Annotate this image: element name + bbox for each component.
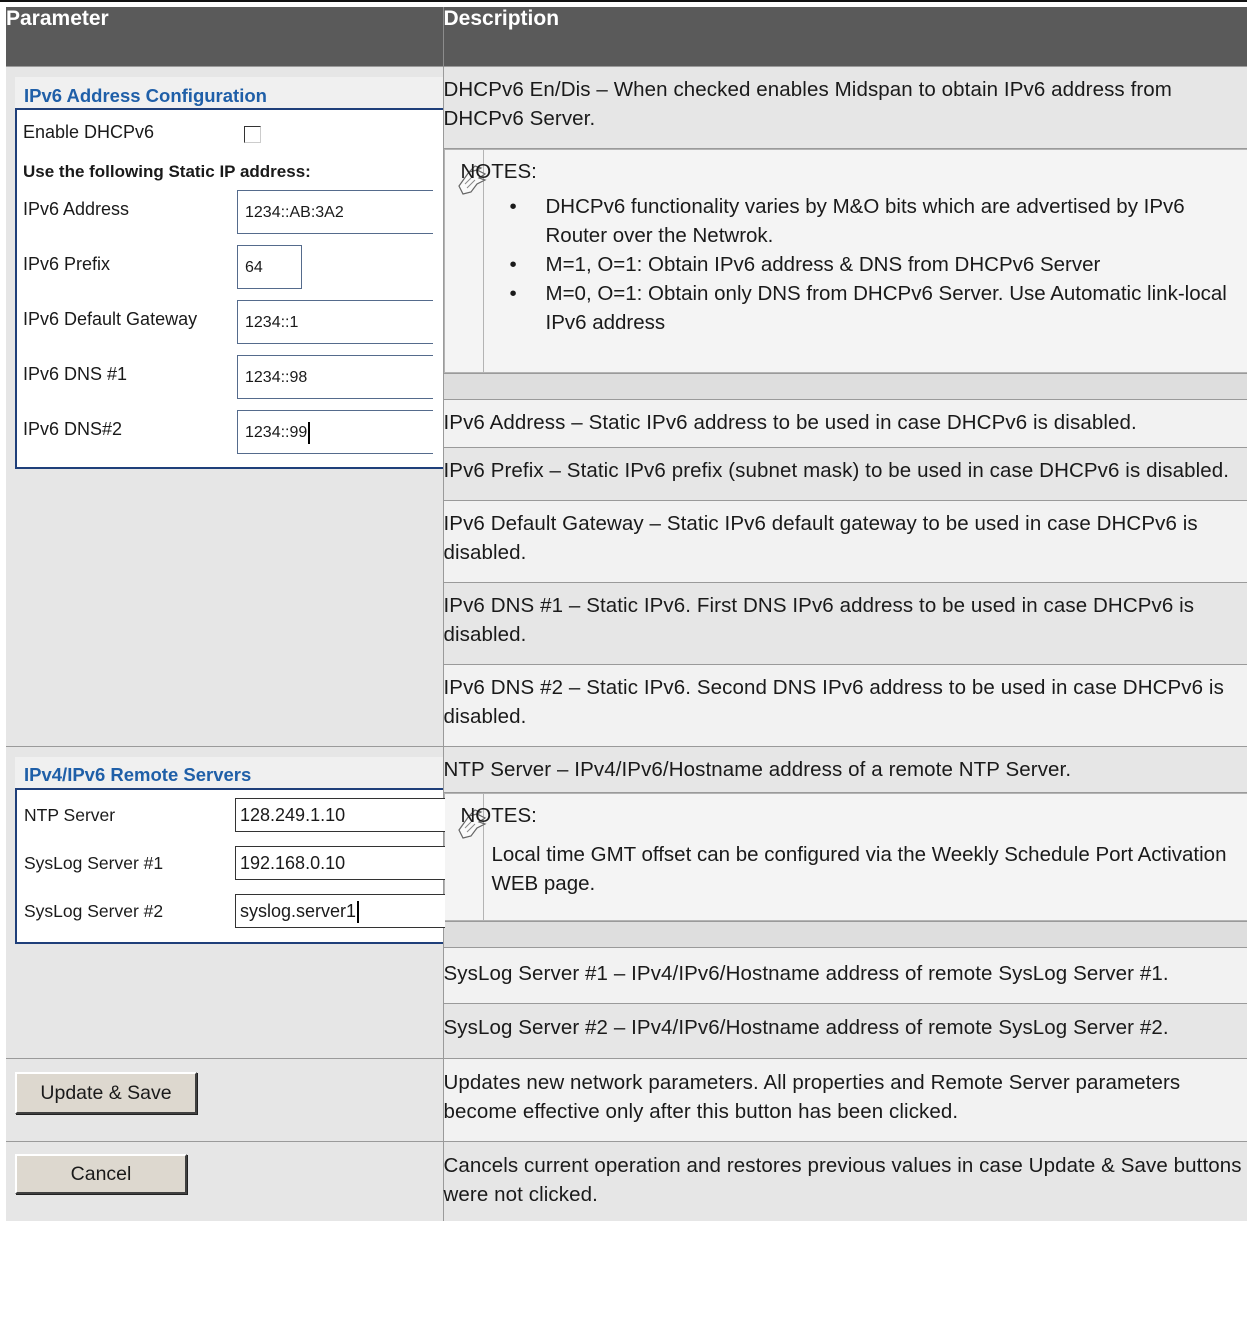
desc-cancel: Cancels current operation and restores p… [443, 1141, 1247, 1221]
enable-dhcpv6-label: Enable DHCPv6 [23, 122, 155, 142]
remote-servers-panel: IPv4/IPv6 Remote Servers NTP Server 128.… [15, 757, 445, 944]
enable-dhcpv6-checkbox[interactable] [244, 126, 261, 143]
list-item: M=1, O=1: Obtain IPv6 address & DNS from… [510, 250, 1238, 279]
ipv6-panel-title: IPv6 Address Configuration [15, 77, 443, 108]
desc-ipv6-dns1: IPv6 DNS #1 – Static IPv6. First DNS IPv… [443, 582, 1247, 665]
notes2-cell: NOTES: Local time GMT offset can be conf… [443, 792, 1247, 922]
notes2-text: Local time GMT offset can be configured … [491, 843, 1227, 895]
cancel-button[interactable]: Cancel [15, 1154, 187, 1194]
notes1-title: NOTES: [460, 160, 537, 183]
desc-syslog2: SysLog Server #2 – IPv4/IPv6/Hostname ad… [443, 1003, 1247, 1059]
ipv6-prefix-label: IPv6 Prefix [23, 254, 111, 274]
ipv6-address-row: IPv6 Address 1234::AB:3A2 [17, 190, 443, 245]
table-row: IPv4/IPv6 Remote Servers NTP Server 128.… [6, 746, 1247, 1059]
ipv6-dns1-row: IPv6 DNS #1 1234::98 [17, 355, 443, 410]
syslog2-value: syslog.server1 [240, 901, 357, 921]
ipv6-dns2-input[interactable]: 1234::99 [237, 410, 433, 454]
list-item: DHCPv6 functionality varies by M&O bits … [510, 192, 1238, 250]
list-item: M=0, O=1: Obtain only DNS from DHCPv6 Se… [510, 279, 1238, 337]
syslog2-label: SysLog Server #2 [24, 901, 164, 921]
desc-ntp: NTP Server – IPv4/IPv6/Hostname address … [443, 746, 1247, 793]
ipv6-dns2-row: IPv6 DNS#2 1234::99 [17, 410, 443, 465]
text-caret [308, 421, 311, 444]
remote-panel-title: IPv4/IPv6 Remote Servers [15, 757, 443, 788]
spacer-row [443, 373, 1247, 400]
ntp-row: NTP Server 128.249.1.10 [17, 790, 445, 838]
desc-dhcpv6: DHCPv6 En/Dis – When checked enables Mid… [443, 66, 1247, 149]
ntp-label: NTP Server [24, 805, 116, 825]
table-row: IPv6 Address Configuration Enable DHCPv6… [6, 66, 1247, 747]
desc-ipv6-address: IPv6 Address – Static IPv6 address to be… [443, 399, 1247, 448]
syslog2-input[interactable]: syslog.server1 [235, 894, 445, 928]
update-save-button[interactable]: Update & Save [15, 1072, 197, 1114]
notes1-list: DHCPv6 functionality varies by M&O bits … [492, 192, 1238, 337]
notes1-box: NOTES: DHCPv6 functionality varies by M&… [443, 149, 1247, 373]
header-description: Description [442, 7, 1247, 67]
parameter-table: Parameter Description IPv6 Address Confi… [6, 7, 1247, 1221]
ipv6-gateway-label: IPv6 Default Gateway [23, 309, 198, 329]
table-row: Cancel Cancels current operation and res… [6, 1141, 1247, 1221]
cancel-cell: Cancel [6, 1141, 444, 1221]
notes2-box: NOTES: Local time GMT offset can be conf… [443, 793, 1247, 921]
ipv6-prefix-row: IPv6 Prefix 64 [17, 245, 443, 300]
notes1-body: NOTES: DHCPv6 functionality varies by M&… [461, 150, 1247, 372]
ipv6-panel-box: Enable DHCPv6 Use the following Static I… [15, 108, 443, 469]
table-row: Update & Save Updates new network parame… [6, 1058, 1247, 1142]
remote-panel-cell: IPv4/IPv6 Remote Servers NTP Server 128.… [6, 746, 445, 1059]
text-caret [357, 901, 360, 924]
update-save-cell: Update & Save [6, 1058, 444, 1142]
syslog1-input[interactable]: 192.168.0.10 [235, 846, 445, 880]
desc-ipv6-prefix: IPv6 Prefix – Static IPv6 prefix (subnet… [443, 447, 1247, 501]
remote-panel-box: NTP Server 128.249.1.10 SysLog Server #1… [15, 788, 445, 944]
ipv6-gateway-row: IPv6 Default Gateway 1234::1 [17, 300, 443, 355]
ntp-input[interactable]: 128.249.1.10 [235, 798, 445, 832]
notes1-cell: NOTES: DHCPv6 functionality varies by M&… [443, 148, 1247, 374]
ipv6-address-input[interactable]: 1234::AB:3A2 [237, 190, 433, 234]
table-header-row: Parameter Description [6, 7, 1247, 67]
ipv6-address-label: IPv6 Address [23, 199, 130, 219]
ipv6-dns2-value: 1234::99 [245, 424, 308, 441]
desc-update-save: Updates new network parameters. All prop… [443, 1058, 1247, 1142]
spacer-row [443, 921, 1247, 948]
ipv6-config-panel: IPv6 Address Configuration Enable DHCPv6… [15, 77, 443, 469]
ipv6-dns1-input[interactable]: 1234::98 [237, 355, 433, 399]
notes2-title: NOTES: [460, 804, 537, 827]
syslog2-row: SysLog Server #2 syslog.server1 [17, 886, 445, 934]
document-page: Parameter Description IPv6 Address Confi… [0, 0, 1247, 1344]
ipv6-prefix-input[interactable]: 64 [237, 245, 302, 289]
ipv6-dns2-label: IPv6 DNS#2 [23, 419, 123, 439]
notes2-body: NOTES: Local time GMT offset can be conf… [461, 794, 1247, 920]
desc-ipv6-dns2: IPv6 DNS #2 – Static IPv6. Second DNS IP… [443, 664, 1247, 747]
ipv6-panel-cell: IPv6 Address Configuration Enable DHCPv6… [6, 66, 444, 747]
ipv6-dns1-label: IPv6 DNS #1 [23, 364, 128, 384]
desc-ipv6-gateway: IPv6 Default Gateway – Static IPv6 defau… [443, 500, 1247, 583]
static-ip-heading: Use the following Static IP address: [23, 162, 311, 181]
desc-syslog1: SysLog Server #1 – IPv4/IPv6/Hostname ad… [443, 947, 1247, 1004]
ipv6-gateway-input[interactable]: 1234::1 [237, 300, 433, 344]
enable-dhcpv6-row: Enable DHCPv6 [17, 110, 443, 150]
syslog1-label: SysLog Server #1 [24, 853, 164, 873]
syslog1-row: SysLog Server #1 192.168.0.10 [17, 838, 445, 886]
header-parameter: Parameter [6, 7, 443, 67]
top-rule [0, 0, 1247, 2]
